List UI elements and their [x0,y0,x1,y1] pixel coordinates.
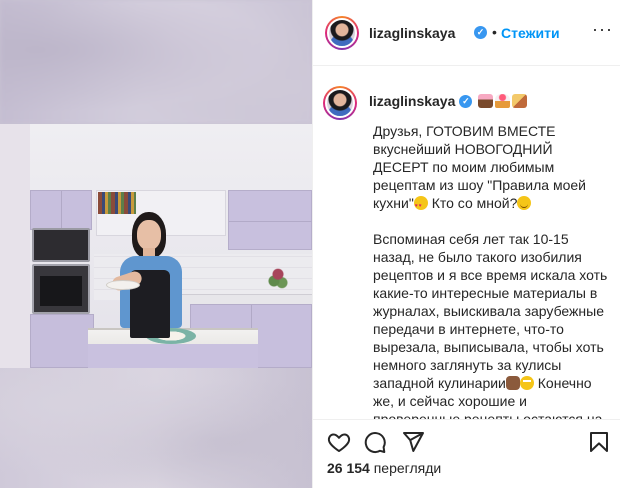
header-username[interactable]: lizaglinskaya [369,25,455,41]
send-icon[interactable] [401,430,425,454]
heart-eyes-emoji-icon [413,196,428,215]
avatar[interactable] [325,16,359,50]
eye-roll-emoji-icon [519,376,534,390]
photo-upper-cabinet [30,190,92,230]
separator-dot: • [492,24,497,40]
media-blur-background-bottom [0,368,312,488]
caption-paragraph-2: Вспоминая себя лет так 10-15 назад, не б… [373,230,611,419]
post-header: lizaglinskaya ✓ • Стежити ··· [313,0,620,66]
post-media[interactable] [0,0,312,488]
views-number: 26 154 [327,460,370,476]
views-count[interactable]: 26 154 перегляди [327,460,441,476]
more-options-icon[interactable]: ··· [592,19,613,40]
photo-oven [32,264,90,314]
photo-books [98,192,136,214]
comments-scroll-area[interactable]: lizaglinskaya ✓ Друзья, ГОТОВИМ ВМЕСТЕ в… [313,67,620,419]
heart-icon[interactable] [327,430,351,454]
pie-slice-icon [512,94,528,108]
media-blur-background-top [0,0,312,124]
caption-verified-badge-icon: ✓ [459,94,473,108]
comment-icon[interactable] [363,430,387,454]
post-caption: Друзья, ГОТОВИМ ВМЕСТЕ вкуснейший НОВОГО… [373,122,611,419]
cake-icon [478,94,494,108]
caption-paragraph-1: Друзья, ГОТОВИМ ВМЕСТЕ вкуснейший НОВОГО… [373,122,611,215]
see-no-evil-emoji-icon [505,376,520,390]
photo-flowers [268,264,288,298]
bookmark-icon[interactable] [587,430,611,454]
photo-woman-chef [106,212,188,338]
verified-badge-icon: ✓ [474,26,487,39]
caption-avatar[interactable] [323,86,357,120]
caption-author: lizaglinskaya ✓ [369,93,528,109]
post-actions: 26 154 перегляди [313,419,620,488]
photo-microwave [32,228,90,262]
follow-button[interactable]: Стежити [501,25,560,41]
caption-username[interactable]: lizaglinskaya [369,93,455,109]
views-label: перегляди [373,460,442,476]
cupcake-icon [495,94,511,108]
post-photo[interactable] [0,124,312,368]
caption-emoji-row [478,94,528,108]
smile-emoji-icon [517,196,532,210]
